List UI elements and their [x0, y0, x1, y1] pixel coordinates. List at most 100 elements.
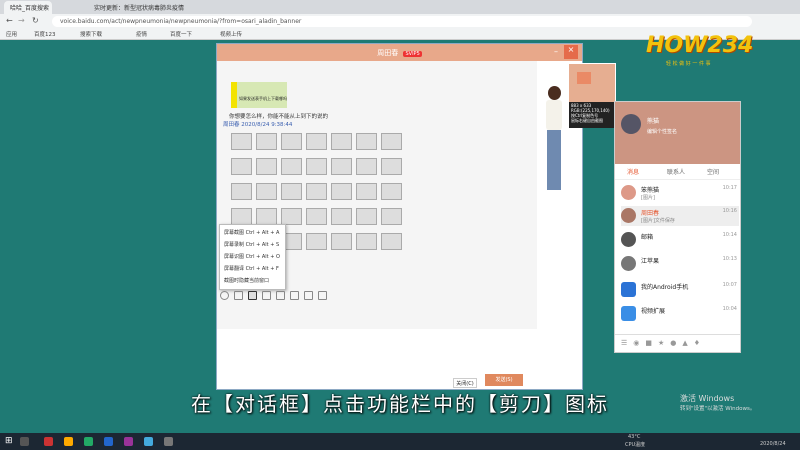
menu-item-ocr[interactable]: 屏幕识图 Ctrl + Alt + O — [224, 253, 280, 260]
menu-item-hide-window[interactable]: 截图时隐藏当前窗口 — [224, 277, 269, 284]
image-thumbnail[interactable] — [231, 158, 252, 175]
cpu-temp: 43°C — [628, 434, 641, 440]
user-name: 熊猫 — [647, 118, 660, 125]
taskbar-app-icon[interactable] — [144, 437, 153, 446]
avatar[interactable] — [621, 114, 641, 134]
logo-tagline: 轻 松 做 好 一 件 事 — [666, 61, 711, 67]
image-thumbnail[interactable] — [381, 183, 402, 200]
screen-share-icon[interactable] — [304, 291, 313, 300]
minimize-icon[interactable]: – — [554, 47, 558, 56]
image-thumbnail[interactable] — [331, 208, 352, 225]
list-item[interactable]: 邮箱 10:14 — [621, 230, 739, 250]
forward-icon[interactable]: → — [18, 16, 25, 25]
image-thumbnail[interactable] — [356, 133, 377, 150]
tab-space[interactable]: 空间 — [707, 167, 719, 176]
list-item[interactable]: 江苹果 10:13 — [621, 254, 739, 274]
contact-time: 10:07 — [722, 282, 737, 288]
image-thumbnail[interactable] — [381, 133, 402, 150]
list-item[interactable]: 视频扩展 10:04 — [621, 304, 739, 324]
contact-name: 邮箱 — [641, 234, 654, 241]
capture-hint: 鼠标右键自由截图 — [571, 118, 603, 123]
image-thumbnail[interactable] — [331, 133, 352, 150]
taskbar-date: 2020/8/24 — [760, 441, 786, 447]
image-thumbnail[interactable] — [256, 183, 277, 200]
image-thumbnail[interactable] — [281, 133, 302, 150]
image-thumbnail[interactable] — [306, 158, 327, 175]
photo-icon[interactable] — [290, 291, 299, 300]
how234-logo: HOW234 — [646, 33, 754, 58]
image-thumbnail[interactable] — [381, 158, 402, 175]
contacts-tabs: 消息 联系人 空间 — [615, 164, 740, 180]
image-thumbnail[interactable] — [306, 208, 327, 225]
chat-toolbar — [220, 291, 520, 302]
image-thumbnail[interactable] — [331, 233, 352, 250]
folder-icon[interactable] — [262, 291, 271, 300]
send-button[interactable]: 发送(S) — [485, 374, 523, 386]
image-thumbnail[interactable] — [281, 183, 302, 200]
image-thumbnail[interactable] — [281, 158, 302, 175]
image-thumbnail[interactable] — [356, 183, 377, 200]
taskbar-app-icon[interactable] — [64, 437, 73, 446]
taskbar-app-icon[interactable] — [124, 437, 133, 446]
contact-message: [图片] — [641, 195, 655, 201]
menu-item-record[interactable]: 屏幕录制 Ctrl + Alt + S — [224, 241, 279, 248]
image-thumbnail[interactable] — [256, 133, 277, 150]
bookmark[interactable]: 疫情 — [136, 30, 147, 38]
image-thumbnail[interactable] — [256, 208, 277, 225]
image-thumbnail[interactable] — [231, 133, 252, 150]
image-thumbnail[interactable] — [331, 183, 352, 200]
taskbar-app-icon[interactable] — [164, 437, 173, 446]
user-signature[interactable]: 编辑个性签名 — [647, 128, 677, 135]
image-thumbnail[interactable] — [381, 233, 402, 250]
image-thumbnail[interactable] — [231, 208, 252, 225]
avatar — [621, 185, 636, 200]
image-thumbnail[interactable] — [331, 158, 352, 175]
image-thumbnail[interactable] — [306, 183, 327, 200]
list-item[interactable]: 我的Android手机 10:07 — [621, 280, 739, 300]
chat-title: 周田春 — [377, 49, 399, 57]
taskbar-app-icon[interactable] — [20, 437, 29, 446]
more-tools-icon[interactable] — [318, 291, 327, 300]
image-thumbnail[interactable] — [281, 208, 302, 225]
avatar — [621, 232, 636, 247]
scissors-icon[interactable] — [248, 291, 257, 300]
menu-item-screenshot[interactable]: 屏幕截图 Ctrl + Alt + A — [224, 229, 279, 236]
tab-messages[interactable]: 消息 — [627, 167, 639, 176]
browser-tab[interactable]: 实时更新：新型冠状病毒肺炎疫情 — [88, 1, 188, 14]
bookmark[interactable]: 应用 — [6, 30, 17, 38]
close-icon[interactable]: × — [564, 45, 578, 59]
image-thumbnail[interactable] — [356, 233, 377, 250]
close-chat-button[interactable]: 关闭(C) — [453, 378, 477, 388]
back-icon[interactable]: ← — [6, 16, 13, 25]
image-thumbnail[interactable] — [381, 208, 402, 225]
cpu-label: CPU温度 — [625, 442, 646, 448]
gif-icon[interactable] — [234, 291, 243, 300]
reload-icon[interactable]: ↻ — [32, 16, 39, 25]
bookmark[interactable]: 搜索下载 — [80, 30, 102, 38]
bottom-app-icons[interactable]: ☰◉■★●▲♦ — [615, 334, 740, 352]
tab-contacts[interactable]: 联系人 — [667, 167, 685, 176]
image-thumbnail[interactable] — [256, 158, 277, 175]
list-item[interactable]: 周田春 [图片]文件保存 10:16 — [621, 206, 739, 226]
bookmark[interactable]: 百度123 — [34, 30, 56, 38]
windows-start-icon[interactable]: ⊞ — [5, 436, 13, 446]
taskbar-app-icon[interactable] — [84, 437, 93, 446]
image-thumbnail[interactable] — [231, 183, 252, 200]
emoji-icon[interactable] — [220, 291, 229, 300]
image-thumbnail[interactable] — [356, 208, 377, 225]
image-thumbnail[interactable] — [356, 158, 377, 175]
browser-tab[interactable]: 哈哈_百度搜索 — [4, 1, 52, 14]
contact-name: 周田春 — [641, 210, 660, 217]
url-input[interactable]: voice.baidu.com/act/newpneumonia/newpneu… — [52, 16, 752, 27]
image-icon[interactable] — [276, 291, 285, 300]
bookmark[interactable]: 视频上传 — [220, 30, 242, 38]
taskbar-app-icon[interactable] — [104, 437, 113, 446]
image-thumbnail[interactable] — [306, 133, 327, 150]
menu-item-translate[interactable]: 屏幕翻译 Ctrl + Alt + F — [224, 265, 279, 272]
message-sender: 周田春 2020/8/24 9:38:44 — [223, 122, 293, 128]
bookmark[interactable]: 百度一下 — [170, 30, 192, 38]
taskbar-app-icon[interactable] — [44, 437, 53, 446]
list-item[interactable]: 笨熊猫 [图片] 10:17 — [621, 183, 739, 203]
contacts-panel: 熊猫 编辑个性签名 消息 联系人 空间 笨熊猫 [图片] 10:17 周田春 [图片]… — [614, 101, 741, 353]
image-thumbnail[interactable] — [306, 233, 327, 250]
